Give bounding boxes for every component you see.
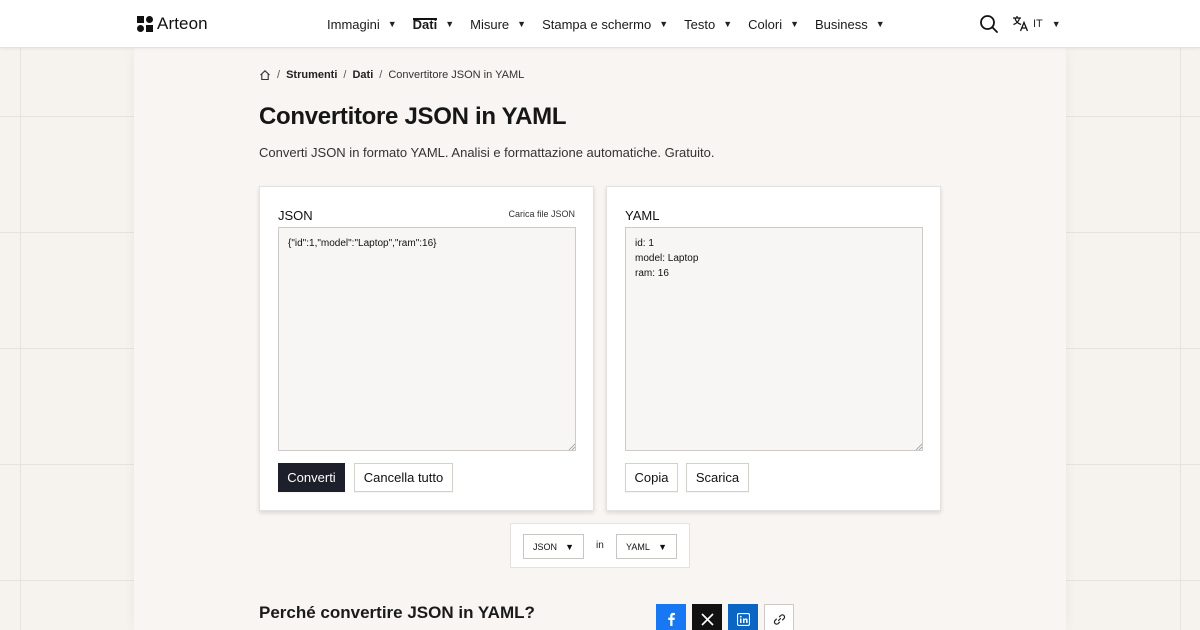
chevron-down-icon: ▼ <box>387 19 397 29</box>
home-icon[interactable] <box>259 69 271 81</box>
nav-item-label: Business <box>815 16 868 32</box>
share-x-button[interactable] <box>692 604 722 630</box>
top-navigation-bar: Arteon Immagini ▼ Dati ▼ Misure ▼ Stampa… <box>0 0 1200 48</box>
breadcrumb-current: Convertitore JSON in YAML <box>388 69 525 81</box>
search-icon <box>980 15 998 33</box>
upload-json-file-link[interactable]: Carica file JSON <box>508 209 575 219</box>
nav-item-immagini[interactable]: Immagini ▼ <box>327 0 397 48</box>
format-connector-label: in <box>596 540 604 551</box>
translate-icon <box>1013 16 1029 32</box>
source-format-value: JSON <box>533 541 558 552</box>
language-code: IT <box>1033 17 1043 30</box>
chevron-down-icon: ▼ <box>790 19 800 29</box>
language-selector[interactable]: IT ▼ <box>1012 15 1061 32</box>
clear-all-button[interactable]: Cancella tutto <box>354 463 453 492</box>
facebook-icon <box>668 612 675 626</box>
link-icon <box>773 613 785 625</box>
page-title: Convertitore JSON in YAML <box>259 103 567 130</box>
nav-item-colori[interactable]: Colori ▼ <box>748 0 799 48</box>
chevron-down-icon: ▼ <box>565 541 574 552</box>
json-input-textarea[interactable]: {"id":1,"model":"Laptop","ram":16} <box>278 227 576 451</box>
download-button[interactable]: Scarica <box>686 463 749 492</box>
x-icon <box>700 612 714 626</box>
share-linkedin-button[interactable] <box>728 604 758 630</box>
yaml-output-textarea[interactable]: id: 1 model: Laptop ram: 16 <box>625 227 923 451</box>
chevron-down-icon: ▼ <box>445 19 455 29</box>
why-convert-heading: Perché convertire JSON in YAML? <box>259 603 535 622</box>
resize-grip-icon[interactable] <box>568 443 576 451</box>
json-input-card: JSON Carica file JSON {"id":1,"model":"L… <box>259 186 594 511</box>
nav-item-label: Misure <box>470 16 510 32</box>
chevron-down-icon: ▼ <box>875 19 885 29</box>
resize-grip-icon[interactable] <box>915 443 923 451</box>
share-facebook-button[interactable] <box>656 604 686 630</box>
json-input-label: JSON <box>278 208 313 223</box>
breadcrumb-item-strumenti[interactable]: Strumenti <box>286 69 337 81</box>
nav-item-misure[interactable]: Misure ▼ <box>470 0 526 48</box>
nav-item-label: Stampa e schermo <box>542 16 652 32</box>
source-format-select[interactable]: JSON ▼ <box>523 534 584 559</box>
main-nav: Immagini ▼ Dati ▼ Misure ▼ Stampa e sche… <box>327 0 901 48</box>
chevron-down-icon: ▼ <box>659 19 669 29</box>
copy-button[interactable]: Copia <box>625 463 678 492</box>
nav-item-stampa-e-schermo[interactable]: Stampa e schermo ▼ <box>542 0 668 48</box>
nav-item-testo[interactable]: Testo ▼ <box>684 0 732 48</box>
brand-logo[interactable]: Arteon <box>137 14 208 34</box>
brand-name: Arteon <box>157 14 208 33</box>
chevron-down-icon: ▼ <box>658 541 667 552</box>
convert-button[interactable]: Converti <box>278 463 345 492</box>
breadcrumb-separator: / <box>277 69 281 81</box>
nav-item-label: Immagini <box>327 16 380 32</box>
breadcrumb-item-dati[interactable]: Dati <box>352 69 373 81</box>
yaml-output-label: YAML <box>625 208 660 223</box>
target-format-select[interactable]: YAML ▼ <box>616 534 677 559</box>
chevron-down-icon: ▼ <box>517 19 527 29</box>
breadcrumb: / Strumenti / Dati / Convertitore JSON i… <box>259 69 524 81</box>
chevron-down-icon: ▼ <box>1051 18 1061 29</box>
nav-item-label: Dati <box>412 16 438 32</box>
search-button[interactable] <box>979 14 999 34</box>
target-format-value: YAML <box>626 541 650 552</box>
nav-item-business[interactable]: Business ▼ <box>815 0 885 48</box>
chevron-down-icon: ▼ <box>723 19 733 29</box>
format-selector-bar: JSON ▼ in YAML ▼ <box>510 523 690 568</box>
nav-item-label: Testo <box>684 16 716 32</box>
linkedin-icon <box>736 612 750 626</box>
nav-item-dati[interactable]: Dati ▼ <box>412 0 455 48</box>
copy-link-button[interactable] <box>764 604 794 630</box>
nav-item-label: Colori <box>748 16 783 32</box>
breadcrumb-separator: / <box>343 69 347 81</box>
yaml-output-card: YAML id: 1 model: Laptop ram: 16 Copia S… <box>606 186 941 511</box>
page-description: Converti JSON in formato YAML. Analisi e… <box>259 145 715 160</box>
arteon-logo-icon <box>137 16 153 32</box>
breadcrumb-separator: / <box>379 69 383 81</box>
